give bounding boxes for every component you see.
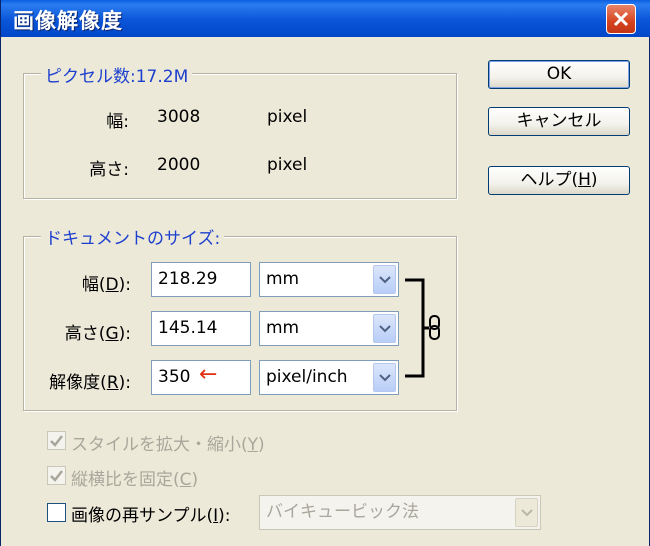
- checkmark-icon: [50, 470, 63, 482]
- resolution-unit-value: pixel/inch: [266, 367, 348, 387]
- chevron-down-icon: [379, 325, 391, 333]
- document-size-legend: ドキュメントのサイズ:: [41, 224, 225, 249]
- pixel-width-value: 3008: [157, 107, 201, 127]
- constrain-proportions-checkbox[interactable]: [47, 466, 66, 485]
- resolution-unit-dropdown-button[interactable]: [373, 363, 396, 392]
- title-bar[interactable]: 画像解像度: [1, 0, 650, 37]
- resample-method-dropdown-button[interactable]: [515, 498, 538, 527]
- resample-method-select[interactable]: バイキュービック法: [259, 495, 541, 530]
- pixel-height-label: 高さ:: [89, 160, 129, 180]
- image-size-dialog: 画像解像度 ピクセル数:17.2M 幅: 3008 pixel 高さ: 2000…: [0, 0, 650, 546]
- pixel-width-label: 幅:: [106, 112, 129, 132]
- resolution-label: 解像度(R):: [49, 373, 131, 393]
- close-button[interactable]: [606, 4, 636, 34]
- doc-height-label: 高さ(G):: [64, 324, 131, 344]
- doc-height-unit-value: mm: [266, 318, 300, 338]
- resolution-value: 350: [158, 367, 191, 387]
- doc-width-unit-dropdown-button[interactable]: [373, 265, 396, 294]
- chevron-down-icon: [521, 509, 533, 517]
- doc-width-input[interactable]: 218.29: [151, 262, 251, 297]
- constrain-proportions-label: 縦横比を固定(C): [71, 470, 199, 490]
- pixel-dimensions-legend: ピクセル数:17.2M: [41, 62, 193, 87]
- doc-height-unit-dropdown-button[interactable]: [373, 314, 396, 343]
- help-button[interactable]: ヘルプ(H): [488, 166, 630, 195]
- resample-label: 画像の再サンプル(I):: [71, 506, 231, 526]
- close-icon: [613, 11, 629, 27]
- chain-link-icon: [429, 315, 440, 340]
- doc-height-input[interactable]: 145.14: [151, 311, 251, 346]
- pixel-height-value: 2000: [157, 155, 201, 175]
- scale-styles-checkbox[interactable]: [47, 431, 66, 450]
- resolution-unit-select[interactable]: pixel/inch: [259, 360, 399, 395]
- ok-button[interactable]: OK: [488, 60, 630, 89]
- doc-width-unit-select[interactable]: mm: [259, 262, 399, 297]
- chevron-down-icon: [379, 374, 391, 382]
- pixel-height-unit: pixel: [267, 155, 308, 175]
- doc-width-label: 幅(D):: [81, 275, 131, 295]
- checkmark-icon: [50, 435, 63, 447]
- scale-styles-label: スタイルを拡大・縮小(Y): [71, 435, 265, 455]
- pixel-width-unit: pixel: [267, 107, 308, 127]
- resample-method-value: バイキュービック法: [266, 502, 419, 522]
- dialog-title: 画像解像度: [13, 9, 123, 33]
- pixel-dimensions-group: [23, 73, 457, 199]
- doc-width-unit-value: mm: [266, 269, 300, 289]
- annotation-arrow: ←: [199, 362, 218, 387]
- resample-checkbox[interactable]: [47, 503, 66, 522]
- doc-height-unit-select[interactable]: mm: [259, 311, 399, 346]
- chevron-down-icon: [379, 276, 391, 284]
- cancel-button[interactable]: キャンセル: [488, 107, 630, 136]
